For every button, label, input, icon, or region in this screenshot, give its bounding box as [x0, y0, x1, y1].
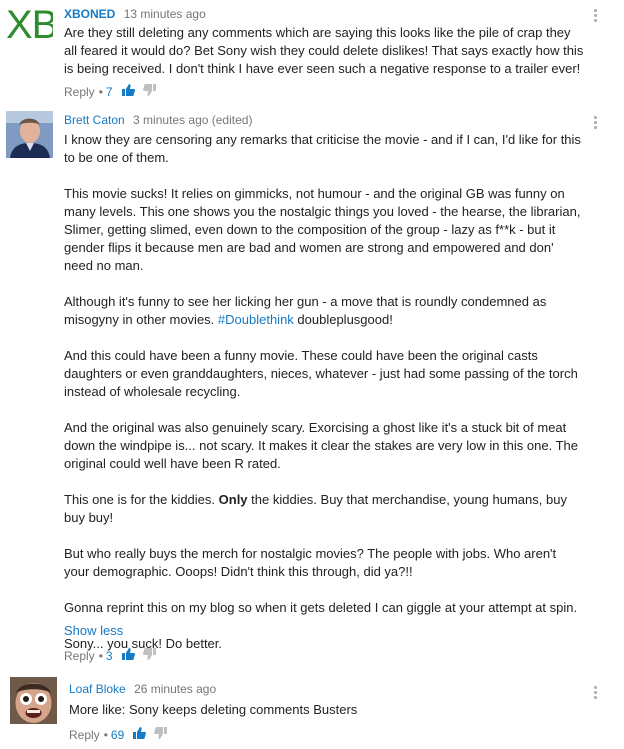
hashtag-link[interactable]: #Doublethink — [218, 312, 294, 327]
comment-header: Loaf Bloke 26 minutes ago — [69, 681, 216, 697]
comment-xboned: XB XBONED 13 minutes ago Are they still … — [0, 0, 624, 104]
avatar[interactable] — [10, 677, 57, 724]
reply-button[interactable]: Reply — [64, 84, 95, 100]
like-count: 7 — [105, 85, 113, 99]
thumbs-down-icon[interactable] — [142, 647, 157, 665]
avatar-image — [6, 111, 53, 158]
separator-dot: • — [103, 728, 108, 742]
thumbs-down-icon[interactable] — [154, 726, 168, 744]
more-vert-icon[interactable] — [594, 9, 598, 24]
thumbs-down-icon[interactable] — [142, 83, 157, 101]
comment-text: More like: Sony keeps deleting comments … — [69, 701, 584, 719]
comment-loaf-bloke: Loaf Bloke 26 minutes ago More like: Son… — [0, 674, 624, 749]
timestamp[interactable]: 13 minutes ago — [124, 7, 206, 21]
separator-dot: • — [98, 85, 103, 99]
thumbs-up-icon[interactable] — [121, 83, 135, 101]
author-name[interactable]: XBONED — [64, 7, 115, 21]
comment-actions: Reply • 3 — [64, 647, 157, 665]
author-name[interactable]: Brett Caton — [64, 113, 125, 127]
comment-paragraph: More like: Sony keeps deleting comments … — [69, 702, 358, 717]
thumbs-up-icon[interactable] — [121, 647, 135, 665]
separator-dot: • — [98, 649, 103, 663]
comment-text: I know they are censoring any remarks th… — [64, 131, 584, 653]
author-name[interactable]: Loaf Bloke — [69, 682, 126, 696]
comment-actions: Reply • 7 — [64, 83, 157, 101]
comment-paragraph: Are they still deleting any comments whi… — [64, 25, 584, 76]
comment-paragraph: But who really buys the merch for nostal… — [64, 546, 557, 579]
comment-text: Are they still deleting any comments whi… — [64, 24, 584, 78]
paragraph-text: doubleplusgood! — [293, 312, 393, 327]
like-count: 69 — [110, 728, 125, 742]
avatar-image — [10, 677, 57, 724]
comment-paragraph: Although it's funny to see her licking h… — [64, 293, 584, 329]
timestamp[interactable]: 3 minutes ago (edited) — [133, 113, 252, 127]
bold-text: Only — [218, 492, 248, 507]
comment-header: Brett Caton 3 minutes ago (edited) — [64, 112, 252, 128]
more-vert-icon[interactable] — [594, 686, 598, 701]
comment-paragraph: And the original was also genuinely scar… — [64, 420, 578, 471]
reply-button[interactable]: Reply — [69, 727, 100, 743]
show-less-link[interactable]: Show less — [64, 622, 123, 640]
paragraph-text: This one is for the kiddies. — [64, 492, 219, 507]
avatar-letters: XB — [6, 3, 53, 47]
comment-paragraph: This one is for the kiddies. Only the ki… — [64, 491, 584, 527]
comment-brett-caton: Brett Caton 3 minutes ago (edited) I kno… — [0, 104, 624, 674]
comment-paragraph: This movie sucks! It relies on gimmicks,… — [64, 186, 581, 273]
more-vert-icon[interactable] — [594, 116, 598, 131]
reply-button[interactable]: Reply — [64, 648, 95, 664]
thumbs-up-icon[interactable] — [132, 726, 147, 744]
like-count: 3 — [105, 649, 113, 663]
comment-paragraph: Gonna reprint this on my blog so when it… — [64, 600, 578, 615]
avatar[interactable]: XB — [6, 2, 53, 49]
timestamp[interactable]: 26 minutes ago — [134, 682, 216, 696]
comment-header: XBONED 13 minutes ago — [64, 6, 206, 22]
comment-paragraph: I know they are censoring any remarks th… — [64, 132, 581, 165]
comment-actions: Reply • 69 — [69, 726, 168, 744]
comment-paragraph: And this could have been a funny movie. … — [64, 348, 578, 399]
avatar[interactable] — [6, 111, 53, 158]
